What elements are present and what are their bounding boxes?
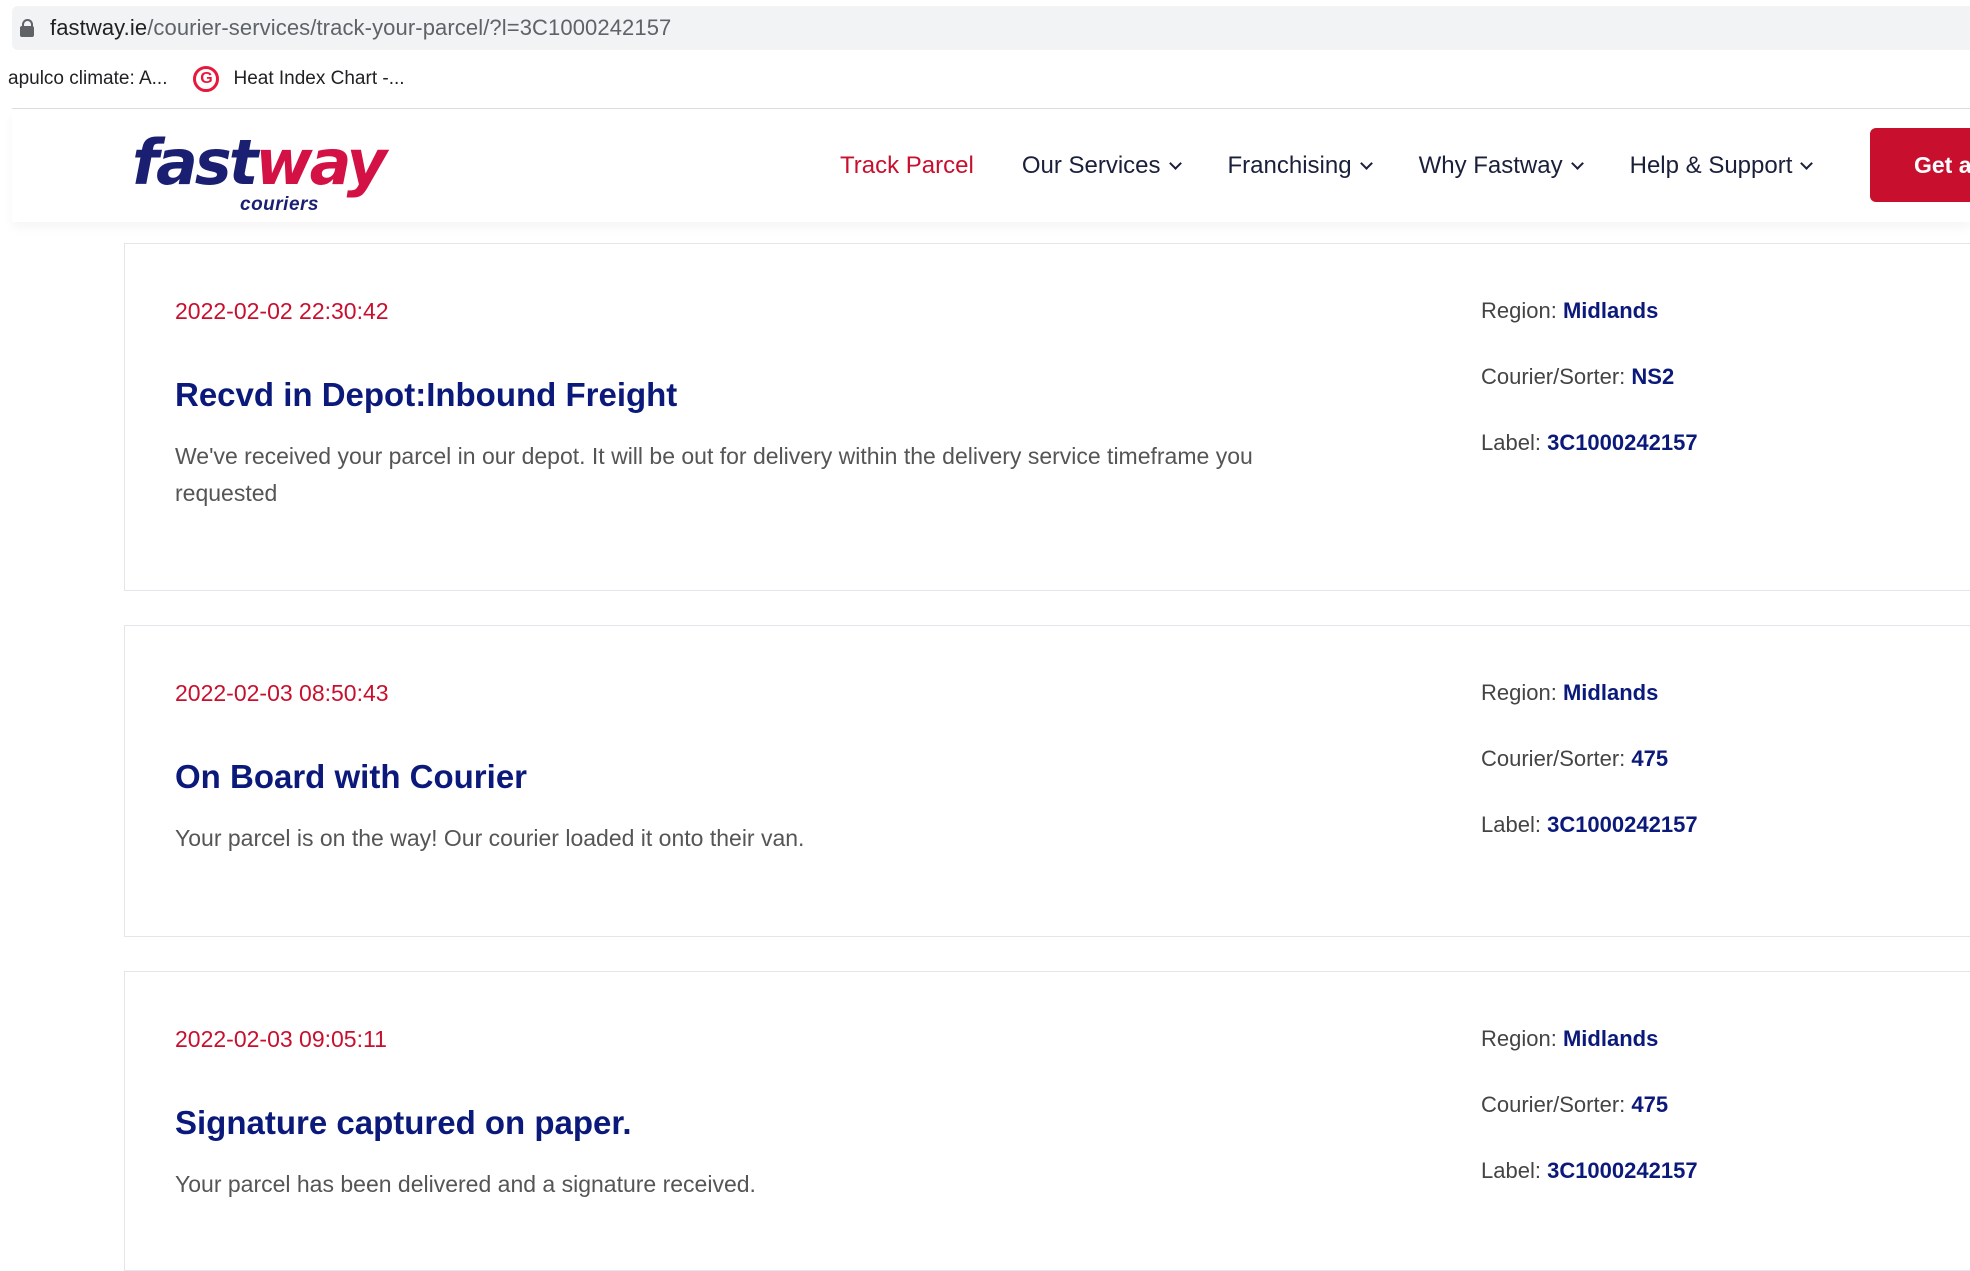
main-nav: Track Parcel Our Services Franchising Wh… <box>840 110 1859 222</box>
tracking-event-card: 2022-02-03 09:05:11 Signature captured o… <box>124 971 1970 1271</box>
event-region: Region: Midlands <box>1481 1026 1659 1051</box>
event-region: Region: Midlands <box>1481 298 1659 323</box>
url-domain: fastway.ie <box>50 15 148 40</box>
logo-wordmark: fastway <box>132 126 387 199</box>
event-description: Your parcel is on the way! Our courier l… <box>175 825 805 851</box>
g-favicon-icon: G <box>193 66 220 92</box>
logo-subtitle: couriers <box>240 194 319 215</box>
divider <box>12 108 1970 109</box>
url-path: /courier-services/track-your-parcel/?l=3… <box>147 15 672 40</box>
event-title: Signature captured on paper. <box>175 1104 632 1141</box>
event-timestamp: 2022-02-02 22:30:42 <box>175 298 389 324</box>
event-courier: Courier/Sorter: 475 <box>1481 1092 1669 1117</box>
event-description: We've received your parcel in our depot.… <box>175 443 1253 506</box>
get-quote-button[interactable]: Get a <box>1870 128 1970 202</box>
event-courier: Courier/Sorter: NS2 <box>1481 364 1675 389</box>
site-header: fastway couriers Track Parcel Our Servic… <box>12 110 1970 222</box>
nav-help-support[interactable]: Help & Support <box>1630 152 1814 180</box>
lock-icon <box>20 19 34 37</box>
event-description: Your parcel has been delivered and a sig… <box>175 1171 756 1197</box>
event-courier: Courier/Sorter: 475 <box>1481 746 1669 771</box>
event-timestamp: 2022-02-03 09:05:11 <box>175 1026 387 1052</box>
chevron-down-icon <box>1359 156 1373 170</box>
event-region: Region: Midlands <box>1481 680 1659 705</box>
event-label: Label: 3C1000242157 <box>1481 812 1698 837</box>
event-label: Label: 3C1000242157 <box>1481 1158 1698 1183</box>
bookmark-item[interactable]: apulco climate: A... <box>8 68 167 90</box>
event-label: Label: 3C1000242157 <box>1481 430 1698 455</box>
chevron-down-icon <box>1168 156 1182 170</box>
event-title: Recvd in Depot:Inbound Freight <box>175 376 678 413</box>
nav-why-fastway[interactable]: Why Fastway <box>1419 152 1584 180</box>
fastway-logo[interactable]: fastway couriers <box>132 132 387 216</box>
chevron-down-icon <box>1800 156 1814 170</box>
bookmark-item[interactable]: G Heat Index Chart -... <box>193 66 405 92</box>
chevron-down-icon <box>1570 156 1584 170</box>
nav-track-parcel[interactable]: Track Parcel <box>840 152 974 180</box>
nav-our-services[interactable]: Our Services <box>1022 152 1182 180</box>
event-title: On Board with Courier <box>175 758 528 795</box>
bookmarks-bar: apulco climate: A... G Heat Index Chart … <box>0 58 1970 100</box>
tracking-event-card: 2022-02-03 08:50:43 On Board with Courie… <box>124 625 1970 937</box>
event-timestamp: 2022-02-03 08:50:43 <box>175 680 389 706</box>
nav-franchising[interactable]: Franchising <box>1228 152 1373 180</box>
address-bar[interactable]: fastway.ie/courier-services/track-your-p… <box>12 6 1970 50</box>
tracking-event-card: 2022-02-02 22:30:42 Recvd in Depot:Inbou… <box>124 243 1970 591</box>
bookmark-label: Heat Index Chart -... <box>233 68 405 89</box>
url-text[interactable]: fastway.ie/courier-services/track-your-p… <box>50 15 671 41</box>
